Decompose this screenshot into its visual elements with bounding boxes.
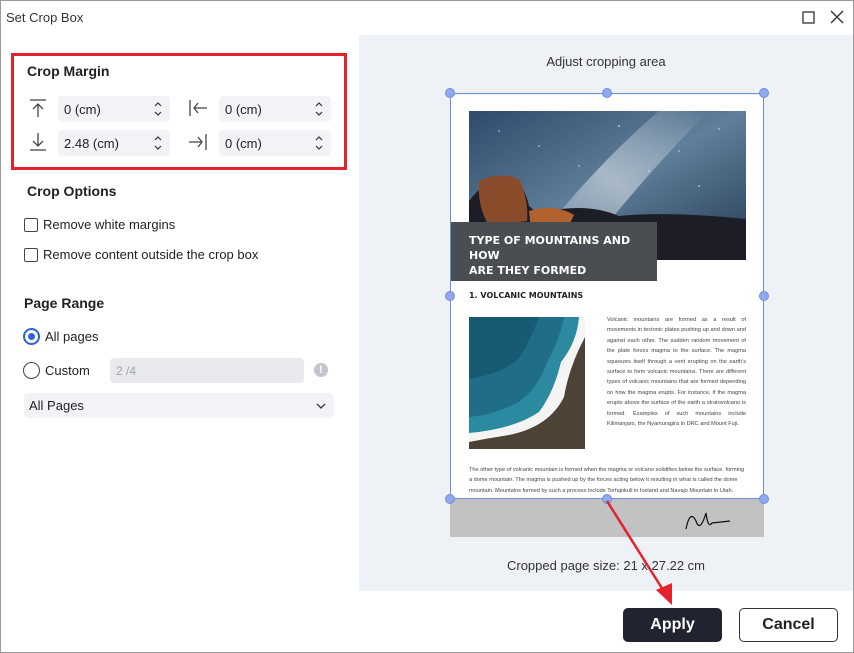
all-pages-radio[interactable]: All pages xyxy=(23,328,98,345)
remove-outside-label: Remove content outside the crop box xyxy=(43,247,259,262)
remove-white-margins-label: Remove white margins xyxy=(43,217,176,232)
close-icon[interactable] xyxy=(826,6,848,28)
chevron-up-down-icon[interactable] xyxy=(311,97,327,121)
custom-page-input[interactable]: 2 /4 xyxy=(110,358,304,383)
chevron-down-icon xyxy=(316,398,326,413)
margin-left-icon xyxy=(187,97,207,119)
crop-handle-right[interactable] xyxy=(759,291,769,301)
margin-top-icon xyxy=(28,97,48,119)
crop-handle-bottom[interactable] xyxy=(602,494,612,504)
title-bar: Set Crop Box xyxy=(1,1,853,34)
crop-handle-left[interactable] xyxy=(445,291,455,301)
margin-top-value[interactable]: 0 (cm) xyxy=(58,102,150,117)
page-subset-value: All Pages xyxy=(29,398,84,413)
margin-top-input[interactable]: 0 (cm) xyxy=(58,96,170,122)
cropped-out-region xyxy=(450,499,764,537)
info-icon[interactable]: ! xyxy=(314,363,328,377)
crop-preview-panel: Adjust cropping area TYPE OF MOUNTAINS A… xyxy=(359,35,853,591)
page-subset-dropdown[interactable]: All Pages xyxy=(24,393,334,418)
page-range-title: Page Range xyxy=(24,295,105,311)
crop-handle-bottom-right[interactable] xyxy=(759,494,769,504)
window-title: Set Crop Box xyxy=(6,10,84,25)
margin-left-value[interactable]: 0 (cm) xyxy=(219,102,311,117)
margin-right-value[interactable]: 0 (cm) xyxy=(219,136,311,151)
preview-title: Adjust cropping area xyxy=(546,54,666,69)
crop-handle-bottom-left[interactable] xyxy=(445,494,455,504)
crop-box-dialog: Set Crop Box Crop Margin 0 (cm) 0 (cm) 2… xyxy=(0,0,854,653)
margin-right-input[interactable]: 0 (cm) xyxy=(219,130,331,156)
margin-bottom-value[interactable]: 2.48 (cm) xyxy=(58,136,150,151)
cropped-page-size: Cropped page size: 21 x 27.22 cm xyxy=(506,558,705,573)
crop-margin-title: Crop Margin xyxy=(27,63,110,79)
chevron-up-down-icon[interactable] xyxy=(150,131,166,155)
margin-bottom-icon xyxy=(28,131,48,153)
chevron-up-down-icon[interactable] xyxy=(150,97,166,121)
remove-white-margins-checkbox[interactable]: Remove white margins xyxy=(24,217,175,232)
crop-options-title: Crop Options xyxy=(27,183,117,199)
maximize-icon[interactable] xyxy=(797,6,819,28)
margin-right-icon xyxy=(187,131,207,153)
chevron-up-down-icon[interactable] xyxy=(311,131,327,155)
remove-outside-checkbox[interactable]: Remove content outside the crop box xyxy=(24,247,258,262)
margin-bottom-input[interactable]: 2.48 (cm) xyxy=(58,130,170,156)
custom-label: Custom xyxy=(45,363,90,378)
custom-radio[interactable]: Custom xyxy=(23,362,90,379)
crop-handle-top-right[interactable] xyxy=(759,88,769,98)
margin-left-input[interactable]: 0 (cm) xyxy=(219,96,331,122)
cancel-button[interactable]: Cancel xyxy=(739,608,838,642)
all-pages-label: All pages xyxy=(45,329,99,344)
crop-rectangle[interactable] xyxy=(450,93,764,499)
crop-handle-top[interactable] xyxy=(602,88,612,98)
signature-icon xyxy=(685,512,731,530)
apply-button[interactable]: Apply xyxy=(623,608,722,642)
crop-handle-top-left[interactable] xyxy=(445,88,455,98)
